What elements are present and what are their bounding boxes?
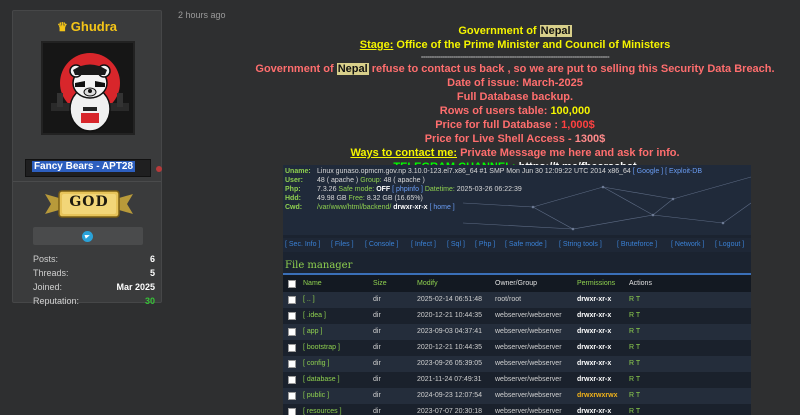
table-row: [ config ] dir 2023-09-26 05:39:05 webse… [283, 356, 751, 372]
file-name-link[interactable]: [ .idea ] [303, 312, 326, 319]
telegram-icon [82, 231, 93, 242]
nav-safe-mode[interactable]: [ Safe mode ] [505, 241, 547, 248]
col-name[interactable]: Name [303, 280, 322, 287]
offline-status-dot [156, 166, 162, 172]
stat-joined: Joined: Mar 2025 [33, 282, 155, 292]
row-checkbox[interactable] [288, 392, 296, 400]
rank-badge: GOD [43, 188, 135, 220]
file-name-link[interactable]: [ database ] [303, 376, 340, 383]
shell-screenshot: Uname: Linux gunaso.opmcm.gov.np 3.10.0-… [283, 165, 751, 415]
row-checkbox[interactable] [288, 408, 296, 415]
post-contact: Ways to contact me: Private Message me h… [350, 147, 680, 159]
row-actions[interactable]: R T [629, 312, 640, 319]
cwd-path-link[interactable]: /var/www/html/backend/ [317, 204, 391, 211]
stat-posts: Posts: 6 [33, 254, 155, 264]
exploit-db-link[interactable]: [ Exploit-DB [665, 168, 702, 175]
post-issue-date: Date of issue: March-2025 [447, 77, 583, 89]
post-body: Government of Nepal Stage: Office of the… [240, 24, 790, 174]
post-statement: Government of Nepal refuse to contact us… [255, 63, 775, 75]
row-actions[interactable]: R T [629, 376, 640, 383]
permission-link[interactable]: drwxr-xr-x [577, 376, 611, 383]
col-actions: Actions [629, 280, 652, 287]
row-actions[interactable]: R T [629, 360, 640, 367]
nav-sql[interactable]: [ Sql ] [447, 241, 465, 248]
divider [13, 181, 161, 182]
file-manager-title: File manager [285, 260, 353, 271]
row-checkbox[interactable] [288, 312, 296, 320]
post-price-full: Price for full Database : 1,000$ [435, 119, 595, 131]
col-modify[interactable]: Modify [417, 280, 438, 287]
permission-link[interactable]: drwxr-xr-x [577, 328, 611, 335]
nav-bruteforce[interactable]: [ Bruteforce ] [617, 241, 657, 248]
google-link[interactable]: [ Google ] [633, 168, 663, 175]
col-size[interactable]: Size [373, 280, 387, 287]
stat-threads: Threads: 5 [33, 268, 155, 278]
file-name-link[interactable]: [ .. ] [303, 296, 315, 303]
table-row: [ app ] dir 2023-09-03 04:37:41 webserve… [283, 324, 751, 340]
user-card: ♛ Ghudra Fancy Bears - APT28 GOD Posts: … [12, 10, 162, 306]
file-name-link[interactable]: [ public ] [303, 392, 329, 399]
row-checkbox[interactable] [288, 328, 296, 336]
post-price-shell: Price for Live Shell Access - 1300$ [424, 133, 606, 145]
nav-sec-info[interactable]: [ Sec. Info ] [285, 241, 320, 248]
permission-link[interactable]: drwxr-xr-x [577, 312, 611, 319]
table-row: [ bootstrap ] dir 2020-12-21 10:44:35 we… [283, 340, 751, 356]
crown-icon: ♛ [57, 20, 68, 34]
table-row: [ public ] dir 2024-09-23 12:07:54 webse… [283, 388, 751, 404]
permission-link[interactable]: drwxrwxrwx [577, 392, 617, 399]
nav-files[interactable]: [ Files ] [331, 241, 354, 248]
bear-avatar-image [43, 43, 133, 133]
network-decoration-icon [463, 176, 751, 231]
post-timestamp[interactable]: 2 hours ago [178, 10, 226, 20]
user-title-bar: Fancy Bears - APT28 [25, 159, 162, 177]
col-permissions[interactable]: Permissions [577, 280, 615, 287]
table-row: [ database ] dir 2021-11-24 07:49:31 web… [283, 372, 751, 388]
row-checkbox[interactable] [288, 376, 296, 384]
post-backup: Full Database backup. [456, 91, 574, 103]
nav-php[interactable]: [ Php ] [475, 241, 495, 248]
select-all-checkbox[interactable] [288, 280, 296, 288]
permission-link[interactable]: drwxr-xr-x [577, 344, 611, 351]
row-checkbox[interactable] [288, 296, 296, 304]
user-title: Fancy Bears - APT28 [31, 161, 136, 172]
permission-link[interactable]: drwxr-xr-x [577, 296, 611, 303]
file-name-link[interactable]: [ app ] [303, 328, 322, 335]
permission-link[interactable]: drwxr-xr-x [577, 408, 611, 415]
row-actions[interactable]: R T [629, 344, 640, 351]
file-name-link[interactable]: [ bootstrap ] [303, 344, 340, 351]
row-checkbox[interactable] [288, 344, 296, 352]
shell-nav: [ Sec. Info ] [ Files ] [ Console ] [ In… [283, 238, 751, 252]
file-name-link[interactable]: [ config ] [303, 360, 329, 367]
row-actions[interactable]: R T [629, 328, 640, 335]
telegram-contact-button[interactable] [33, 227, 143, 245]
username[interactable]: ♛ Ghudra [13, 19, 161, 34]
avatar[interactable] [41, 41, 135, 135]
stat-reputation: Reputation: 30 [33, 296, 155, 306]
post-stage: Stage: Office of the Prime Minister and … [359, 39, 671, 51]
post-heading: Government of Nepal [458, 25, 572, 37]
phpinfo-link[interactable]: [ phpinfo ] [392, 186, 423, 193]
nav-logout[interactable]: [ Logout ] [715, 241, 744, 248]
col-owner: Owner/Group [495, 280, 538, 287]
table-row: [ .. ] dir 2025-02-14 06:51:48 root/root… [283, 292, 751, 308]
user-stats: Posts: 6 Threads: 5 Joined: Mar 2025 Reputa… [33, 252, 157, 308]
nav-string-tools[interactable]: [ String tools ] [559, 241, 602, 248]
table-row: [ .idea ] dir 2020-12-21 10:44:35 webser… [283, 308, 751, 324]
row-actions[interactable]: R T [629, 392, 640, 399]
nav-infect[interactable]: [ Infect ] [411, 241, 436, 248]
file-name-link[interactable]: [ resources ] [303, 408, 342, 415]
nav-console[interactable]: [ Console ] [365, 241, 398, 248]
row-actions[interactable]: R T [629, 408, 640, 415]
table-row: [ resources ] dir 2023-07-07 20:30:18 we… [283, 404, 751, 415]
home-link[interactable]: [ home ] [429, 204, 454, 211]
system-info: Uname: Linux gunaso.opmcm.gov.np 3.10.0-… [283, 165, 751, 235]
post-separator: ----------------------------------------… [420, 52, 610, 61]
permission-link[interactable]: drwxr-xr-x [577, 360, 611, 367]
row-checkbox[interactable] [288, 360, 296, 368]
nav-network[interactable]: [ Network ] [671, 241, 704, 248]
file-table-header: Name Size Modify Owner/Group Permissions… [283, 275, 751, 292]
post-rows: Rows of users table: 100,000 [439, 105, 591, 117]
row-actions[interactable]: R T [629, 296, 640, 303]
